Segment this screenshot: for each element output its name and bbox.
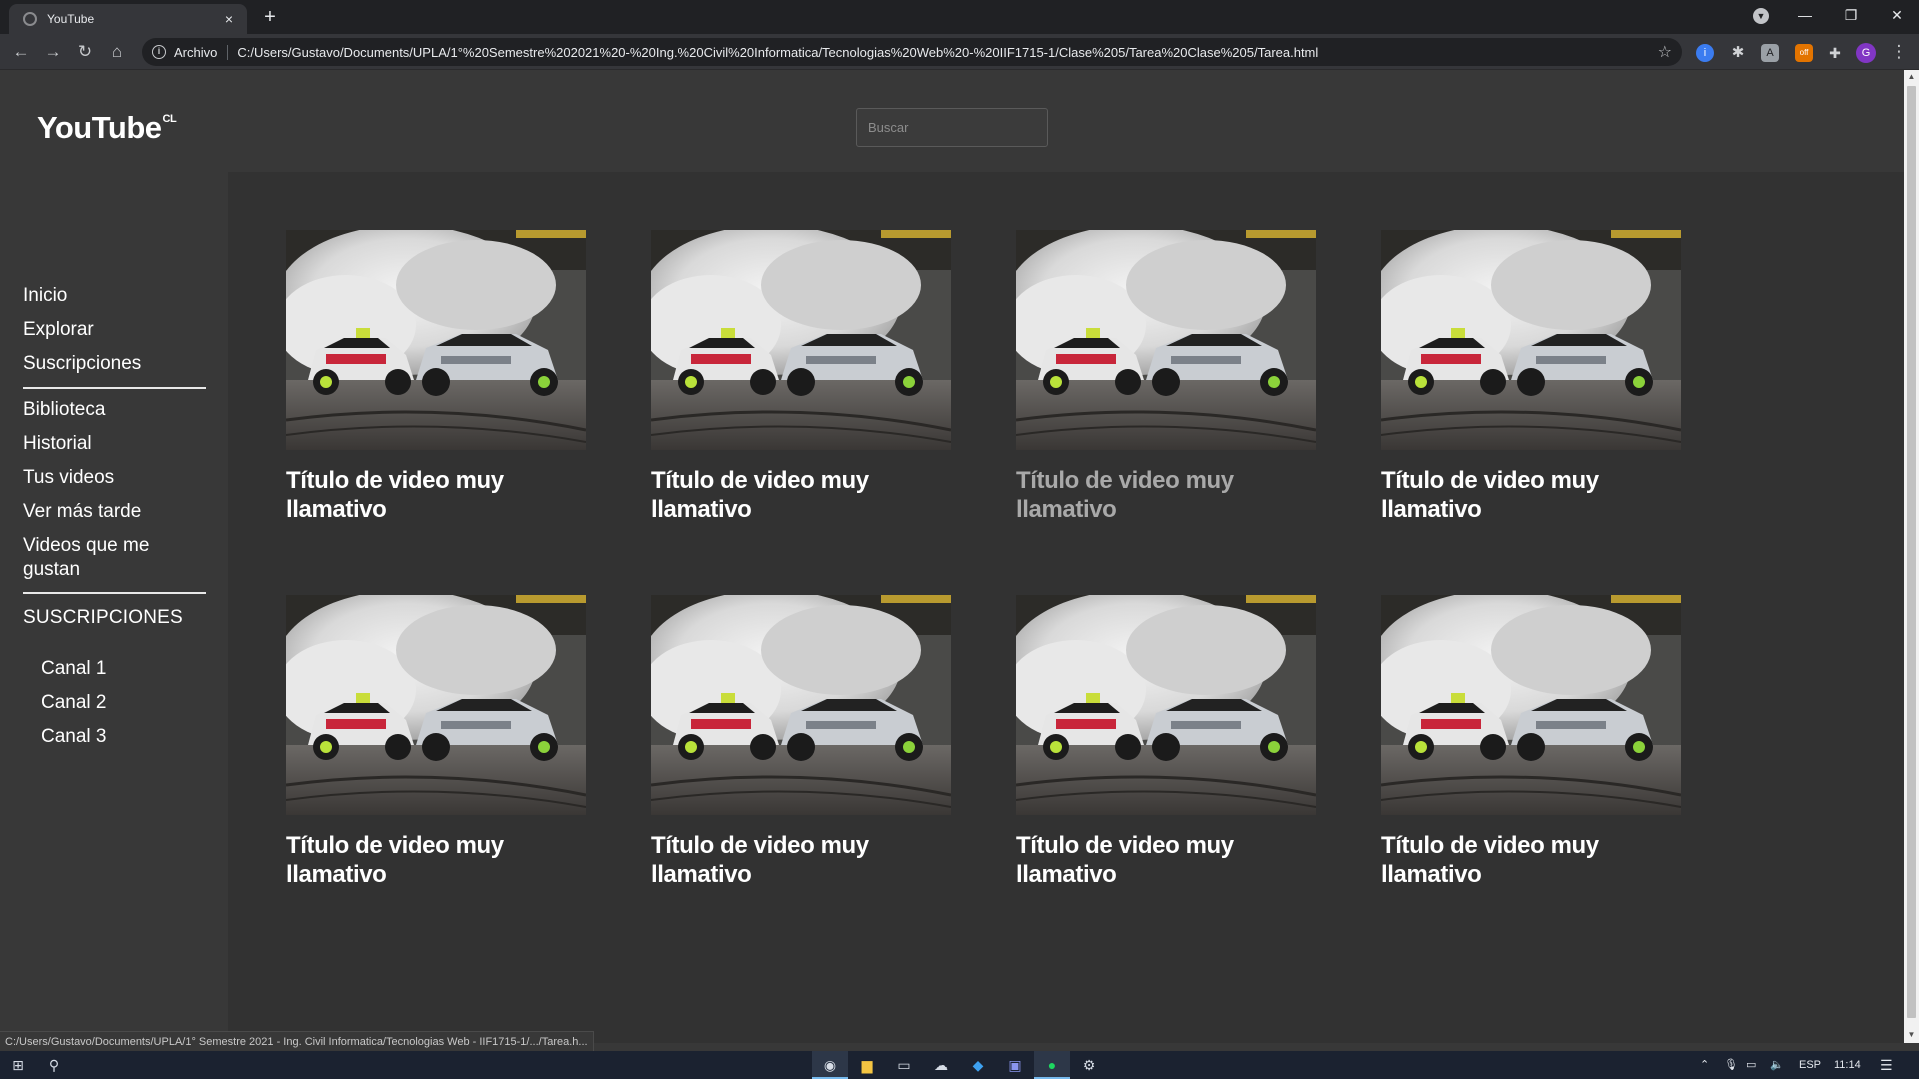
sidebar-divider [23,592,206,594]
sidebar-item-ver-mas-tarde[interactable]: Ver más tarde [23,500,213,524]
sidebar-item-inicio[interactable]: Inicio [23,284,213,308]
logo-country: CL [162,113,177,125]
logo-text: YouTube [37,110,162,145]
video-title[interactable]: Título de video muy llamativo [286,831,556,889]
sidebar-channel-2[interactable]: Canal 2 [41,692,107,714]
video-title[interactable]: Título de video muy llamativo [1381,466,1651,524]
globe-icon [23,12,37,26]
file-explorer-icon[interactable]: ▆ [849,1051,885,1079]
sidebar-item-videos-que-me-gustan[interactable]: Videos que me gustan [23,534,173,582]
window-close-icon[interactable]: ✕ [1877,4,1917,26]
page-viewport: YouTubeCL Inicio Explorar Suscripciones … [0,70,1904,1043]
network-icon[interactable]: ▭ [1746,1051,1756,1079]
password-manager-icon[interactable]: i [1696,44,1714,62]
spotify-icon[interactable]: ● [1034,1051,1070,1079]
profile-avatar[interactable]: G [1856,43,1876,63]
home-icon[interactable]: ⌂ [105,40,129,64]
extension-icon[interactable]: A [1761,44,1779,62]
search-input[interactable] [856,108,1048,147]
scroll-up-icon[interactable]: ▲ [1907,72,1916,81]
sidebar-channel-1[interactable]: Canal 1 [41,658,107,680]
sidebar-item-suscripciones[interactable]: Suscripciones [23,352,213,376]
volume-icon[interactable]: 🔈 [1770,1051,1784,1079]
video-title[interactable]: Título de video muy llamativo [1016,466,1286,524]
browser-tab-bar: YouTube × + ▼ — ❐ ✕ [0,0,1919,34]
video-card[interactable]: Título de video muy llamativo [286,230,586,524]
sidebar-item-biblioteca[interactable]: Biblioteca [23,398,213,422]
tab-youtube[interactable]: YouTube × [9,4,247,34]
origin-chip: Archivo [174,44,229,60]
video-title[interactable]: Título de video muy llamativo [1016,831,1286,889]
page-scrollbar[interactable]: ▲ ▼ [1904,70,1919,1043]
scroll-down-icon[interactable]: ▼ [1907,1030,1916,1039]
video-title[interactable]: Título de video muy llamativo [651,831,921,889]
back-icon[interactable]: ← [9,40,33,64]
restore-icon[interactable]: ❐ [1831,4,1871,26]
video-thumbnail[interactable] [1381,230,1681,450]
link-status-bar: C:/Users/Gustavo/Documents/UPLA/1° Semes… [0,1031,594,1051]
offline-extension-icon[interactable]: off [1795,44,1813,62]
windows-start-icon[interactable]: ⊞ [0,1051,36,1079]
tray-chevron-icon[interactable]: ⌃ [1700,1051,1709,1079]
video-card[interactable]: Título de video muy llamativo [1381,595,1681,889]
video-grid: Título de video muy llamativo Título de … [228,172,1904,1043]
cloud-app-icon[interactable]: ☁ [923,1051,959,1079]
sidebar-item-explorar[interactable]: Explorar [23,318,213,342]
discord-icon[interactable]: ▣ [997,1051,1033,1079]
site-header: YouTubeCL [0,70,1904,172]
url-text[interactable]: C:/Users/Gustavo/Documents/UPLA/1°%20Sem… [237,45,1657,60]
video-card[interactable]: Título de video muy llamativo [286,595,586,889]
video-card[interactable]: Título de video muy llamativo [651,595,951,889]
video-card[interactable]: Título de video muy llamativo [1381,230,1681,524]
language-indicator[interactable]: ESP [1799,1051,1821,1079]
steam-icon[interactable]: ⚙ [1071,1051,1107,1079]
video-card[interactable]: Título de video muy llamativo [651,230,951,524]
video-card[interactable]: Título de video muy llamativo [1016,595,1316,889]
video-thumbnail[interactable] [1016,230,1316,450]
site-logo[interactable]: YouTubeCL [37,110,177,146]
microphone-icon[interactable]: 🎙 [1724,1051,1738,1079]
scroll-thumb[interactable] [1907,86,1916,1018]
new-tab-button[interactable]: + [258,6,282,28]
video-thumbnail[interactable] [651,230,951,450]
sidebar: Inicio Explorar Suscripciones Biblioteca… [0,172,228,1043]
settings-gear-icon[interactable]: ✱ [1729,44,1747,62]
address-bar[interactable]: i Archivo C:/Users/Gustavo/Documents/UPL… [142,38,1682,66]
bookmark-star-icon[interactable]: ☆ [1658,42,1672,62]
clock[interactable]: 11:14 [1834,1051,1861,1079]
extensions-puzzle-icon[interactable]: ✚ [1826,44,1844,62]
sidebar-channel-3[interactable]: Canal 3 [41,726,107,748]
video-thumbnail[interactable] [1381,595,1681,815]
sidebar-item-historial[interactable]: Historial [23,432,213,456]
terminal-icon[interactable]: ▭ [886,1051,922,1079]
tab-search-icon[interactable]: ▼ [1753,8,1769,24]
video-thumbnail[interactable] [1016,595,1316,815]
video-title[interactable]: Título de video muy llamativo [286,466,556,524]
video-card[interactable]: Título de video muy llamativo [1016,230,1316,524]
close-tab-icon[interactable]: × [221,11,237,27]
tab-title: YouTube [47,12,95,26]
reload-icon[interactable]: ↻ [73,40,97,64]
minimize-icon[interactable]: — [1785,4,1825,26]
video-thumbnail[interactable] [286,230,586,450]
forward-icon[interactable]: → [41,40,65,64]
menu-kebab-icon[interactable]: ⋮ [1887,40,1911,64]
video-title[interactable]: Título de video muy llamativo [1381,831,1651,889]
info-icon[interactable]: i [152,45,166,59]
windows-taskbar: ⊞ ⚲ ◉ ▆ ▭ ☁ ◆ ▣ ● ⚙ ⌃ 🎙 ▭ 🔈 ESP 11:14 ☰ [0,1051,1919,1079]
video-thumbnail[interactable] [651,595,951,815]
sidebar-item-tus-videos[interactable]: Tus videos [23,466,213,490]
notifications-icon[interactable]: ☰ [1880,1051,1893,1079]
video-thumbnail[interactable] [286,595,586,815]
sidebar-divider [23,387,206,389]
subscriptions-heading: SUSCRIPCIONES [23,607,183,628]
chrome-icon[interactable]: ◉ [812,1051,848,1079]
search-icon[interactable]: ⚲ [36,1051,72,1079]
vscode-icon[interactable]: ◆ [960,1051,996,1079]
browser-toolbar: ← → ↻ ⌂ i Archivo C:/Users/Gustavo/Docum… [0,34,1919,70]
video-title[interactable]: Título de video muy llamativo [651,466,921,524]
